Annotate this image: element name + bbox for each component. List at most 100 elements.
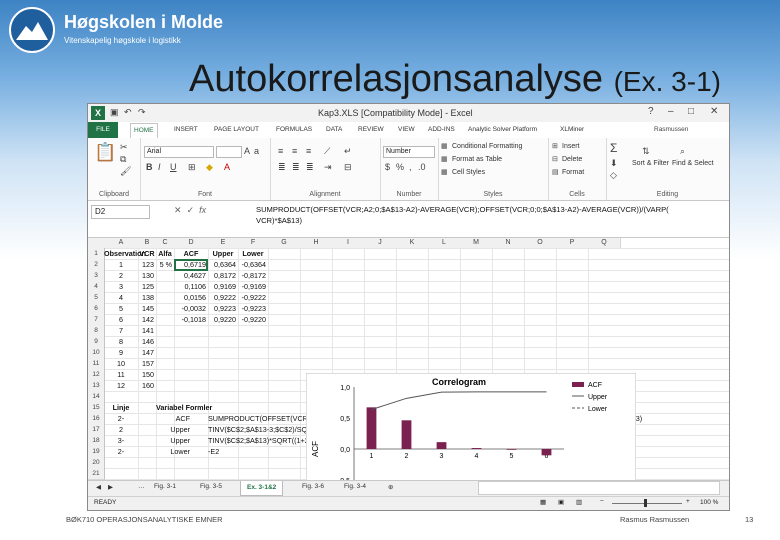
formula-input[interactable]: SUMPRODUCT(OFFSET(VCR;A2;0;$A$13-A2)-AVE…: [256, 204, 726, 226]
acf-cell[interactable]: 0,4627: [174, 270, 208, 281]
observation-cell[interactable]: 6: [104, 314, 138, 325]
lower-cell[interactable]: [238, 325, 268, 336]
comma-icon[interactable]: ,: [409, 162, 412, 172]
header-upper[interactable]: Upper: [208, 248, 238, 259]
upper-cell[interactable]: 0,9222: [208, 292, 238, 303]
upper-cell[interactable]: 0,9223: [208, 303, 238, 314]
copy-icon[interactable]: ⧉: [120, 154, 126, 165]
vcr-cell[interactable]: 142: [138, 314, 156, 325]
tab-xlminer[interactable]: XLMiner: [560, 126, 584, 133]
redo-icon[interactable]: ↷: [138, 107, 146, 118]
currency-icon[interactable]: $: [385, 162, 390, 172]
tab-formulas[interactable]: FORMULAS: [276, 126, 312, 133]
horizontal-scrollbar[interactable]: [478, 481, 720, 495]
orientation-icon[interactable]: ⟋: [324, 146, 330, 157]
upper-cell[interactable]: [208, 336, 238, 347]
acf-cell[interactable]: [174, 325, 208, 336]
fill-color-icon[interactable]: ◆: [206, 162, 213, 173]
observation-cell[interactable]: 4: [104, 292, 138, 303]
observation-cell[interactable]: 8: [104, 336, 138, 347]
acf-cell[interactable]: 0,1106: [174, 281, 208, 292]
undo-icon[interactable]: ↶: [124, 107, 132, 118]
upper-cell[interactable]: [208, 369, 238, 380]
acf-cell[interactable]: -0,0032: [174, 303, 208, 314]
worksheet[interactable]: A B C D E F G H I J K L M N O P Q 1 2 3 4 5 6 7 8 9 10 11 12 13 14 15 16…: [88, 238, 729, 480]
upper-cell[interactable]: [208, 380, 238, 391]
zoom-slider-thumb[interactable]: [644, 499, 647, 507]
variable-cell[interactable]: Upper: [156, 435, 192, 446]
lower-cell[interactable]: [238, 369, 268, 380]
format-painter-icon[interactable]: 🖌: [120, 166, 131, 177]
lower-cell[interactable]: -0,9169: [238, 281, 268, 292]
help-icon[interactable]: ?: [648, 106, 654, 117]
insert-button[interactable]: Insert: [562, 143, 580, 150]
conditional-formatting-button[interactable]: Conditional Formatting: [452, 143, 522, 150]
upper-cell[interactable]: 0,8172: [208, 270, 238, 281]
indent-icon[interactable]: ⇥: [324, 162, 332, 173]
maximize-icon[interactable]: □: [688, 106, 694, 117]
close-icon[interactable]: ✕: [710, 106, 718, 117]
user-name[interactable]: Rasmussen: [654, 126, 688, 133]
page-break-view-icon[interactable]: ▥: [576, 498, 582, 506]
tab-home[interactable]: HOME: [130, 123, 158, 138]
merge-center-icon[interactable]: ⊟: [344, 162, 352, 173]
italic-icon[interactable]: I: [158, 162, 161, 172]
zoom-out-icon[interactable]: −: [600, 498, 604, 505]
vcr-cell[interactable]: 146: [138, 336, 156, 347]
zoom-in-icon[interactable]: +: [686, 498, 690, 505]
header-alfa[interactable]: Alfa: [156, 248, 174, 259]
linje-cell[interactable]: 2-: [104, 446, 138, 457]
underline-icon[interactable]: U: [170, 162, 177, 172]
tab-analytic-solver[interactable]: Analytic Solver Platform: [468, 126, 537, 133]
upper-cell[interactable]: [208, 358, 238, 369]
acf-cell[interactable]: 0,0156: [174, 292, 208, 303]
tab-scroll-right-icon[interactable]: ▶: [108, 483, 113, 491]
align-bottom-icon[interactable]: ≡: [306, 146, 311, 156]
lower-cell[interactable]: -0,8172: [238, 270, 268, 281]
linje-cell[interactable]: 2-: [104, 413, 138, 424]
fill-icon[interactable]: ⬇: [610, 158, 618, 169]
sheet-tab-fig-3-1[interactable]: Fig. 3-1: [154, 483, 176, 490]
linje-header[interactable]: Linje: [104, 402, 138, 413]
acf-cell[interactable]: [174, 369, 208, 380]
lower-cell[interactable]: -0,6364: [238, 259, 268, 270]
font-shrink-icon[interactable]: a: [254, 146, 259, 156]
tab-view[interactable]: VIEW: [398, 126, 415, 133]
font-name-box[interactable]: Arial: [144, 146, 214, 158]
upper-cell[interactable]: [208, 325, 238, 336]
autosum-icon[interactable]: Σ: [610, 141, 617, 155]
tab-data[interactable]: DATA: [326, 126, 342, 133]
vcr-cell[interactable]: 125: [138, 281, 156, 292]
add-sheet-icon[interactable]: ⊕: [388, 483, 393, 491]
percent-icon[interactable]: %: [396, 162, 404, 172]
format-button[interactable]: Format: [562, 169, 584, 176]
observation-cell[interactable]: 3: [104, 281, 138, 292]
upper-cell[interactable]: 0,9169: [208, 281, 238, 292]
observation-cell[interactable]: 11: [104, 369, 138, 380]
name-box[interactable]: D2: [91, 205, 150, 219]
correlogram-chart[interactable]: Correlogram1,00,50,0-0,5-1,0ACF123456Obs…: [306, 373, 636, 480]
cut-icon[interactable]: ✂: [120, 142, 128, 153]
align-left-icon[interactable]: ≣: [278, 162, 286, 173]
find-select-icon[interactable]: ⌕: [680, 146, 685, 157]
align-top-icon[interactable]: ≡: [278, 146, 283, 156]
vcr-cell[interactable]: 147: [138, 347, 156, 358]
header-observation[interactable]: Observation: [104, 248, 146, 259]
lower-cell[interactable]: -0,9223: [238, 303, 268, 314]
sheet-tab-fig-3-5[interactable]: Fig. 3-5: [200, 483, 222, 490]
decimal-icon[interactable]: .0: [418, 162, 426, 172]
lower-cell[interactable]: [238, 380, 268, 391]
save-icon[interactable]: ▣: [110, 107, 119, 118]
observation-cell[interactable]: 9: [104, 347, 138, 358]
acf-cell[interactable]: -0,1018: [174, 314, 208, 325]
formler-header[interactable]: Variabel Formler: [156, 402, 276, 413]
sheet-tab-fig-3-4[interactable]: Fig. 3-4: [344, 483, 366, 490]
tab-insert[interactable]: INSERT: [174, 126, 198, 133]
lower-cell[interactable]: [238, 336, 268, 347]
header-acf[interactable]: ACF: [174, 248, 208, 259]
font-grow-icon[interactable]: A: [244, 146, 250, 156]
variable-cell[interactable]: Upper: [156, 424, 192, 435]
lower-cell[interactable]: -0,9220: [238, 314, 268, 325]
enter-icon[interactable]: ✓: [187, 205, 195, 215]
acf-cell[interactable]: [174, 336, 208, 347]
